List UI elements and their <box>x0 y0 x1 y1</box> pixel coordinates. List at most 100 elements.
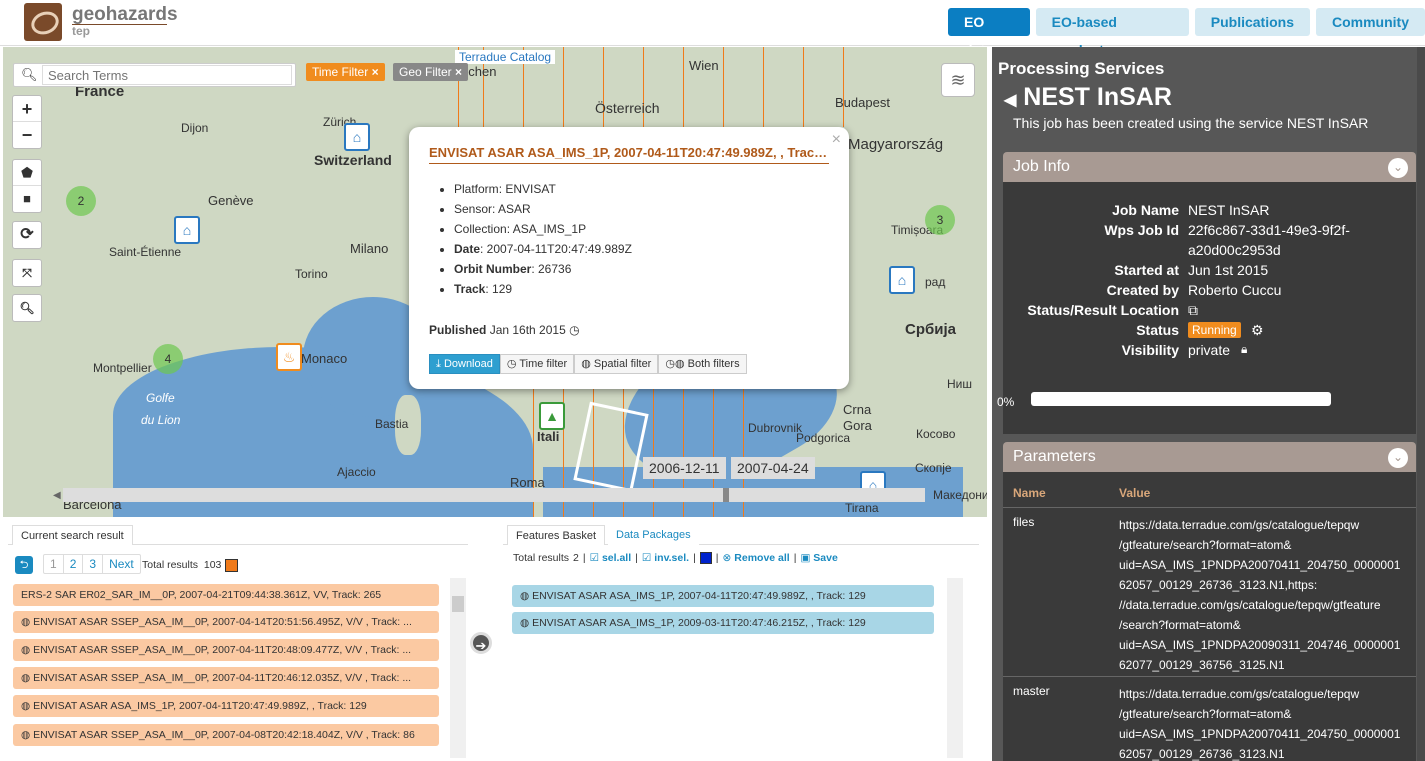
basket-row[interactable]: ◍ ENVISAT ASAR ASA_IMS_1P, 2007-04-11T20… <box>512 585 934 607</box>
both-filters-button[interactable]: ◷◍ Both filters <box>658 354 747 374</box>
flood-marker-icon[interactable]: ⌂ <box>889 266 915 294</box>
processing-services-panel: Processing Services ◀ NEST InSAR This jo… <box>992 47 1425 761</box>
footprint-line <box>723 47 724 127</box>
timeline-start-date: 2006-12-11 <box>643 457 726 479</box>
result-row[interactable]: ◍ ENVISAT ASAR SSEP_ASA_IM__0P, 2007-04-… <box>13 639 439 661</box>
timeline-bar[interactable] <box>63 488 925 502</box>
logo-name: geohazards <box>72 4 178 25</box>
search-icon[interactable]: 🔍︎ <box>13 295 41 321</box>
zoom-controls: + − <box>12 95 42 149</box>
zoom-out-button[interactable]: − <box>13 122 41 148</box>
fullscreen-icon[interactable]: ⤧ <box>13 260 41 286</box>
search-input[interactable] <box>42 65 292 85</box>
cluster-marker[interactable]: 3 <box>925 205 955 235</box>
page-2[interactable]: 2 <box>64 555 84 573</box>
zoom-in-button[interactable]: + <box>13 96 41 122</box>
timeline-handle[interactable] <box>723 488 729 502</box>
popup-sensor: Sensor: ASAR <box>454 199 632 219</box>
logo-underline <box>72 24 167 25</box>
clock-icon: ◷ <box>506 358 517 370</box>
select-all-button[interactable]: ☑ sel.all <box>590 552 632 564</box>
tab-current-search-result[interactable]: Current search result <box>12 525 133 545</box>
panel-scrollbar[interactable] <box>1417 47 1425 761</box>
result-row[interactable]: ◍ ENVISAT ASAR ASA_IMS_1P, 2007-04-11T20… <box>13 695 439 717</box>
parameters-body: Name Value files https://data.terradue.c… <box>1003 472 1416 761</box>
nav-eo-data[interactable]: EO data <box>948 8 1030 58</box>
popup-orbit: Orbit Number: 26736 <box>454 259 632 279</box>
fire-marker-icon[interactable]: ♨ <box>276 343 302 371</box>
color-swatch[interactable] <box>699 552 712 564</box>
progress-bar <box>1031 392 1331 406</box>
back-arrow-icon[interactable]: ◀ <box>1004 92 1016 109</box>
label-gora: Gora <box>843 418 872 433</box>
popup-published: Published Jan 16th 2015 ◷ <box>429 323 580 337</box>
globe-icon: ◍ <box>21 672 31 684</box>
tab-features-basket[interactable]: Features Basket <box>507 525 606 545</box>
flood-marker-icon[interactable]: ⌂ <box>344 123 370 151</box>
param-row: master https://data.terradue.com/gs/cata… <box>1003 676 1416 761</box>
result-row[interactable]: ◍ ENVISAT ASAR SSEP_ASA_IM__0P, 2007-04-… <box>13 611 439 633</box>
label-saint-etienne: Saint-Étienne <box>109 245 182 259</box>
geo-filter-chip[interactable]: Geo Filter × <box>393 63 469 81</box>
results-scrollbar[interactable] <box>450 578 466 758</box>
close-icon[interactable]: × <box>372 65 379 79</box>
chevron-down-icon[interactable]: ⌄ <box>1388 158 1408 178</box>
nav-community[interactable]: Community <box>1316 8 1425 36</box>
remove-all-button[interactable]: ⊗ Remove all <box>723 552 790 564</box>
panel-title: Processing Services <box>998 59 1165 78</box>
draw-rectangle-icon[interactable]: ■ <box>13 186 41 212</box>
popup-actions: ⤓ Download ◷ Time filter ◍ Spatial filte… <box>429 354 747 374</box>
label-dijon: Dijon <box>181 121 209 135</box>
move-to-basket-icon[interactable]: ➔ <box>470 632 492 654</box>
draw-polygon-icon[interactable]: ⬟ <box>13 160 41 186</box>
share-icon[interactable]: ⮌ <box>15 556 33 574</box>
result-row[interactable]: ◍ ENVISAT ASAR SSEP_ASA_IM__0P, 2007-04-… <box>13 724 439 746</box>
timeline-left-arrow-icon[interactable]: ◀ <box>53 490 61 501</box>
basket-row[interactable]: ◍ ENVISAT ASAR ASA_IMS_1P, 2009-03-11T20… <box>512 612 934 634</box>
parameters-header[interactable]: Parameters ⌄ <box>1003 442 1416 472</box>
page-1[interactable]: 1 <box>44 555 64 573</box>
page-next[interactable]: Next <box>103 555 140 573</box>
invert-selection-button[interactable]: ☑ inv.sel. <box>642 552 689 564</box>
logo-sub: tep <box>72 24 90 38</box>
basket-scrollbar[interactable] <box>947 578 963 758</box>
label-dubrovnik: Dubrovnik <box>748 421 803 435</box>
label-golfe: Golfe <box>146 391 175 405</box>
label-wien: Wien <box>689 58 719 73</box>
page-3[interactable]: 3 <box>83 555 104 573</box>
fullscreen-control: ⤧ <box>12 259 42 287</box>
flood-marker-icon[interactable]: ⌂ <box>174 216 200 244</box>
popup-close-icon[interactable]: × <box>832 131 841 149</box>
tab-data-packages[interactable]: Data Packages <box>608 525 699 545</box>
close-icon[interactable]: × <box>455 65 462 79</box>
nav-eo-based-products[interactable]: EO-based products <box>1035 8 1189 58</box>
download-button[interactable]: ⤓ Download <box>429 354 500 374</box>
time-filter-chip[interactable]: Time Filter × <box>306 63 385 81</box>
color-swatch[interactable] <box>225 559 238 572</box>
layers-icon[interactable]: ≋ <box>941 63 975 97</box>
label-budapest: Budapest <box>835 95 890 110</box>
time-filter-button[interactable]: ◷ Time filter <box>499 354 575 374</box>
lock-icon: 🔒︎ <box>1241 342 1248 356</box>
external-link-icon[interactable]: ⧉ <box>1188 302 1198 319</box>
spatial-filter-button[interactable]: ◍ Spatial filter <box>574 354 659 374</box>
scrollbar-thumb[interactable] <box>452 596 464 612</box>
label-podgorica: Podgorica <box>796 431 851 445</box>
globe-icon: ◍ <box>520 590 530 602</box>
gear-icon[interactable]: ⚙ <box>1251 322 1264 339</box>
result-row[interactable]: ◍ ENVISAT ASAR SSEP_ASA_IM__0P, 2007-04-… <box>13 667 439 689</box>
landslide-marker-icon[interactable]: ▲ <box>539 402 565 430</box>
nav-publications[interactable]: Publications <box>1194 8 1310 36</box>
geohazards-logo[interactable]: geohazards tep <box>24 3 178 41</box>
label-crna: Crna <box>843 402 872 417</box>
map-view[interactable]: France Dijon Switzerland Genève Zürich S… <box>3 47 987 517</box>
cluster-marker[interactable]: 2 <box>66 186 96 216</box>
refresh-icon[interactable]: ⟳ <box>13 222 41 248</box>
chevron-down-icon[interactable]: ⌄ <box>1388 448 1408 468</box>
remove-icon: ⊗ <box>722 552 732 564</box>
cluster-marker[interactable]: 4 <box>153 344 183 374</box>
save-button[interactable]: ▣ Save <box>800 552 837 564</box>
footprint-line <box>563 47 564 127</box>
job-info-header[interactable]: Job Info ⌄ <box>1003 152 1416 182</box>
result-row[interactable]: ERS-2 SAR ER02_SAR_IM__0P, 2007-04-21T09… <box>13 584 439 606</box>
